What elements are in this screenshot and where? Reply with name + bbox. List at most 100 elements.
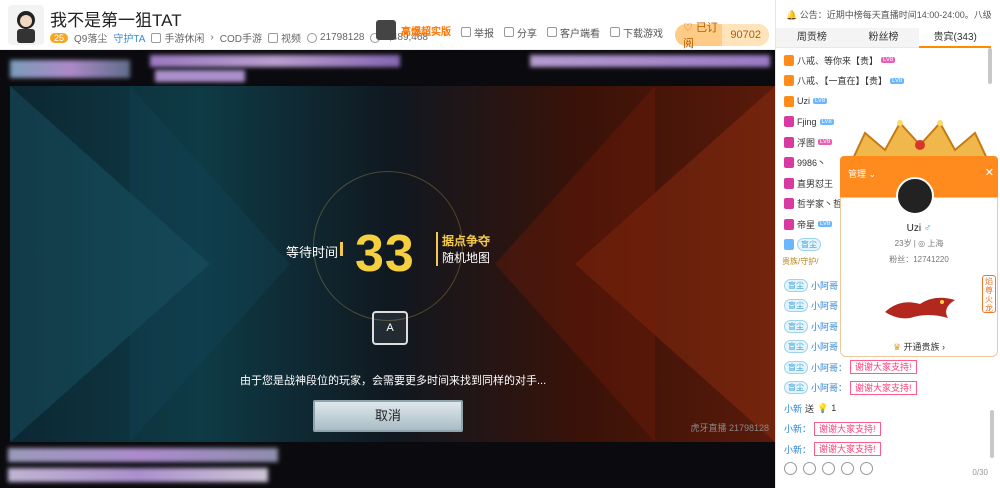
sep: › — [210, 32, 214, 43]
noble-medal-icon — [784, 157, 794, 169]
popup-body — [840, 197, 998, 357]
blurred-danmaku — [155, 70, 245, 82]
share-icon — [504, 27, 514, 37]
promo-game-icon — [376, 20, 396, 40]
room-title: 我不是第一狙TAT — [50, 11, 182, 30]
chat-scrollbar[interactable] — [990, 410, 994, 458]
location-icon: ◎ — [918, 239, 926, 248]
tab-vip[interactable]: 贵宾(343) — [919, 28, 992, 48]
heart-icon: ♡ — [683, 22, 693, 34]
list-item[interactable]: 八戒、【一直在】【贵】 LV8 — [784, 71, 991, 92]
cancel-button[interactable]: 取消 — [313, 400, 463, 432]
user-name-line: Uzi ♂ — [906, 223, 932, 234]
wait-label: 等待时间 — [286, 245, 339, 260]
chat-message: 盲尘 小阿哥： 谢谢大家支持! — [784, 378, 989, 399]
noble-line: 贵族/守护/ — [782, 257, 819, 266]
guard-link[interactable]: 守护TA — [113, 30, 145, 45]
announcement-text: 公告：近期中榜每天直播时间14:00-24:00。八级牌子 — [799, 10, 991, 20]
streamer-avatar[interactable] — [8, 5, 44, 45]
bell-icon: 🔔 — [786, 10, 798, 20]
noble-medal-icon — [784, 54, 794, 66]
report-button[interactable]: 举报 — [474, 25, 494, 40]
danmaku-style-icon[interactable] — [822, 462, 835, 475]
download-button[interactable]: 下载游戏 — [623, 25, 663, 40]
tab-weekly[interactable]: 周贡榜 — [776, 28, 848, 48]
noble-medal-icon — [784, 218, 794, 230]
noble-medal-icon — [784, 239, 794, 251]
noble-medal-icon — [784, 95, 794, 107]
room-id-icon — [306, 32, 317, 43]
share-button[interactable]: 分享 — [517, 25, 537, 40]
fan-badge: 盲尘 — [797, 238, 821, 252]
watermark: 虎牙直播 21798128 — [690, 423, 769, 433]
matchmaking-info: 由于您是战神段位的玩家，会需要更多时间来找到同样的对手... — [240, 375, 547, 387]
subscribe-count: 90702 — [722, 24, 769, 46]
emoji-icon[interactable] — [784, 462, 797, 475]
dragon-mount-icon — [885, 297, 955, 319]
play-icon — [151, 32, 162, 43]
close-icon[interactable]: ✕ — [985, 166, 994, 179]
mode-title: 据点争夺 — [442, 234, 491, 248]
tab-fans[interactable]: 粉丝榜 — [847, 28, 920, 48]
room-id: 21798128 — [319, 32, 365, 43]
chevron-down-icon: ⌄ — [868, 169, 877, 179]
mode-block: 据点争夺 随机地图 — [436, 232, 490, 266]
download-icon — [610, 27, 620, 37]
user-card-popup: 管理 ⌄ ✕ Uzi ♂ 23岁 | ◎ 上海 粉丝：12741220 焰尊火龙… — [840, 115, 1000, 357]
blurred-danmaku — [8, 468, 268, 482]
noble-medal-icon — [784, 75, 794, 87]
user-fans: 粉丝：12741220 — [889, 255, 949, 264]
chat-message: 小新： 谢谢大家支持! — [784, 439, 989, 460]
blurred-danmaku — [530, 55, 770, 67]
blurred-danmaku — [150, 55, 400, 67]
rank-emblem-icon: A — [372, 311, 408, 345]
list-item[interactable]: 八戒、等你来【贵】 LV8 — [784, 50, 991, 71]
wait-divider — [340, 242, 343, 256]
open-noble-button[interactable]: ♛ 开通贵族 › — [840, 340, 998, 353]
countdown-number: 33 — [355, 225, 415, 283]
chat-message: 小新： 谢谢大家支持! — [784, 419, 989, 440]
user-meta: 23岁 | ◎ 上海 — [894, 239, 944, 248]
client-icon — [547, 27, 557, 37]
more-icon[interactable] — [860, 462, 873, 475]
user-avatar — [896, 177, 934, 215]
fan-badge[interactable]: Q9落尘 — [74, 30, 107, 45]
game-link[interactable]: COD手游 — [220, 30, 262, 45]
left-chevron — [130, 86, 290, 442]
gift-message: 小新送 💡 1 — [784, 402, 837, 414]
mode-map: 随机地图 — [442, 251, 491, 265]
noble-medal-icon — [784, 198, 794, 210]
crown-small-icon: ♛ — [892, 342, 902, 352]
header-actions: 高爆超实版 举报 分享 客户端看 下载游戏 — [376, 20, 663, 40]
badge-icon[interactable] — [803, 462, 816, 475]
level-badge: 25 — [50, 32, 69, 43]
blurred-danmaku — [8, 448, 278, 462]
subscribe-button[interactable]: ♡ 已订阅 90702 — [675, 22, 769, 50]
mount-tag: 焰尊火龙 — [982, 275, 996, 313]
gift-panel-icon[interactable] — [841, 462, 854, 475]
game-screen: 等待时间 33 据点争夺 随机地图 A 由于您是战神段位的玩家，会需要更多时间来… — [10, 86, 775, 442]
blurred-danmaku — [10, 60, 130, 78]
role-dropdown[interactable]: 管理 ⌄ — [848, 167, 876, 180]
category-link[interactable]: 手游休闲 — [164, 30, 204, 45]
char-counter: 0/30 — [972, 468, 988, 477]
client-button[interactable]: 客户端看 — [560, 25, 600, 40]
list-scrollbar[interactable] — [988, 48, 992, 84]
announcement: 🔔 公告：近期中榜每天直播时间14:00-24:00。八级牌子 — [786, 8, 991, 21]
rank-tabs: 周贡榜 粉丝榜 贵宾(343) — [776, 28, 992, 48]
noble-medal-icon — [784, 116, 794, 128]
promo-link[interactable]: 高爆超实版 — [401, 23, 451, 38]
room-header: 我不是第一狙TAT 25 Q9落尘 守护TA 手游休闲 › COD手游 视频 2… — [0, 0, 775, 50]
list-item[interactable]: Uzi LV8 — [784, 91, 991, 112]
chat-message: 盲尘 小阿哥： 谢谢大家支持! — [784, 357, 989, 378]
chat-toolbar — [784, 462, 873, 475]
gift-icon: 💡 — [817, 402, 829, 413]
noble-medal-icon — [784, 136, 794, 148]
noble-medal-icon — [784, 177, 794, 189]
video-link[interactable]: 视频 — [281, 30, 301, 45]
right-chevron — [495, 86, 655, 442]
room-meta: 25 Q9落尘 守护TA 手游休闲 › COD手游 视频 21798128 1,… — [50, 30, 428, 45]
gender-icon: ♂ — [923, 223, 932, 234]
video-icon — [267, 32, 278, 43]
report-icon — [461, 27, 471, 37]
